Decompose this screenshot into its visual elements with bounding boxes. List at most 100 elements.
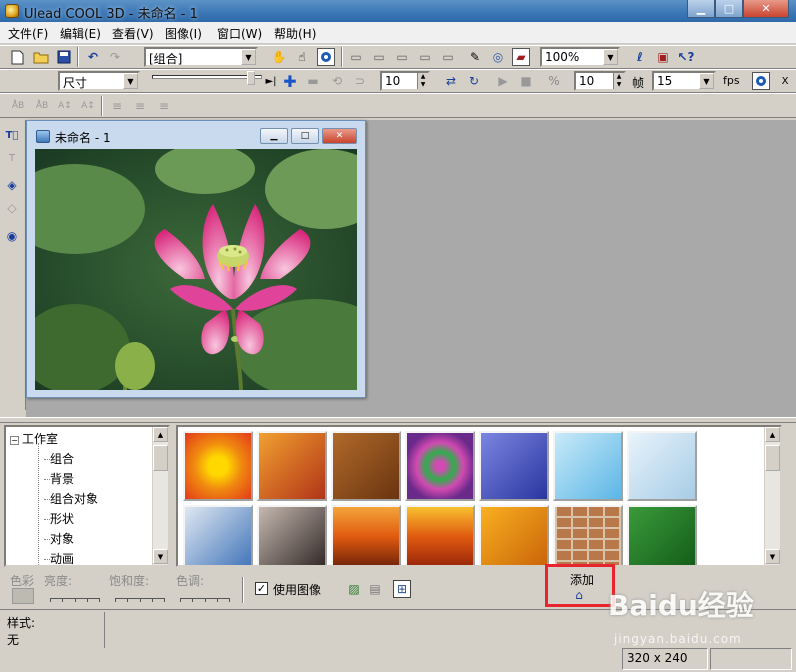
panel-splitter[interactable] [0, 417, 796, 423]
save-icon[interactable] [55, 48, 73, 66]
insert-object-icon[interactable]: ◉ [3, 227, 21, 245]
time-slider-handle[interactable] [247, 71, 255, 85]
frame-number-input[interactable]: 10 ▲ ▼ [380, 71, 430, 91]
menu-help[interactable]: 帮助(H) [274, 25, 316, 42]
texture-thumbnail-red-sunset[interactable] [405, 505, 475, 565]
size-select[interactable]: 尺寸 ▼ [58, 71, 140, 91]
swap-icon[interactable]: ⇄ [442, 72, 460, 90]
text-spacing-icon-4[interactable]: A↕ [79, 97, 97, 115]
texture-thumbnail-sunset-sea[interactable] [331, 505, 401, 565]
scroll-up-icon[interactable]: ▲ [765, 427, 780, 442]
axis-x-icon[interactable]: X [776, 72, 794, 90]
remove-keyframe-icon[interactable]: ▬ [304, 72, 322, 90]
redo-icon[interactable]: ↷ [106, 48, 124, 66]
color-swatch[interactable] [12, 588, 34, 604]
text-spacing-icon-1[interactable]: ÅB [9, 97, 27, 115]
collapse-icon[interactable]: − [10, 436, 19, 445]
open-folder-icon[interactable] [32, 48, 50, 66]
menu-window[interactable]: 窗口(W) [217, 25, 262, 42]
frame-count-input[interactable]: 10 ▲ ▼ [574, 71, 626, 91]
texture-settings-icon[interactable]: ⊞ [393, 580, 411, 598]
scroll-up-icon[interactable]: ▲ [153, 427, 168, 442]
close-button[interactable]: ✕ [743, 0, 789, 18]
texture-thumbnail-wood[interactable] [331, 431, 401, 501]
scroll-thumb[interactable] [153, 445, 168, 471]
hue-slider[interactable] [180, 591, 230, 602]
saturation-slider[interactable] [115, 591, 165, 602]
insert-shape-icon[interactable]: ◈ [3, 176, 21, 194]
edit-text-icon[interactable]: T [3, 149, 21, 167]
camera-target-icon[interactable] [752, 72, 770, 90]
spin-arrows-icon[interactable]: ▲ ▼ [613, 73, 624, 89]
align-left-icon[interactable]: ≡ [108, 97, 126, 115]
doc-close-button[interactable]: ✕ [322, 128, 357, 144]
edit-shape-icon[interactable]: ◇ [3, 199, 21, 217]
texture-thumbnail-clouds[interactable] [183, 505, 253, 565]
object-select[interactable]: [组合] ▼ [144, 47, 258, 67]
tree-root[interactable]: − 工作室 [10, 430, 58, 447]
layer-icon-3[interactable]: ▭ [393, 48, 411, 66]
brightness-slider[interactable] [50, 591, 100, 602]
help-pointer-icon[interactable]: ↖? [677, 48, 695, 66]
image-export-icon[interactable]: ▣ [654, 48, 672, 66]
globe-icon[interactable]: ◎ [489, 48, 507, 66]
scroll-down-icon[interactable]: ▼ [153, 549, 168, 564]
texture-thumbnail-dark-clouds[interactable] [257, 505, 327, 565]
layer-icon-1[interactable]: ▭ [347, 48, 365, 66]
tree-scrollbar[interactable]: ▲ ▼ [152, 427, 168, 565]
texture-thumbnail-water[interactable] [479, 431, 549, 501]
menu-file[interactable]: 文件(F) [8, 25, 48, 42]
layer-icon-4[interactable]: ▭ [416, 48, 434, 66]
menu-view[interactable]: 查看(V) [112, 25, 154, 42]
spin-arrows-icon[interactable]: ▲ ▼ [417, 73, 428, 89]
render-icon[interactable]: ▰ [512, 48, 530, 66]
reverse-icon[interactable]: ⟲ [328, 72, 346, 90]
texture-thumbnail-swirl[interactable] [405, 431, 475, 501]
fps-select[interactable]: 15 ▼ [652, 71, 716, 91]
zoom-select[interactable]: 100% ▼ [540, 47, 620, 67]
texture-thumbnail-brick[interactable] [553, 505, 623, 565]
loop-icon[interactable]: ⊃ [351, 72, 369, 90]
align-center-icon[interactable]: ≡ [131, 97, 149, 115]
use-image-checkbox[interactable]: ✓ [255, 582, 268, 595]
texture-thumbnail-orange-fabric[interactable] [479, 505, 549, 565]
texture-thumbnail-green-leaf[interactable] [627, 505, 697, 565]
wand-icon[interactable]: ✎ [466, 48, 484, 66]
text-spacing-icon-2[interactable]: ÅB [33, 97, 51, 115]
align-right-icon[interactable]: ≡ [155, 97, 173, 115]
hand-pan-icon[interactable]: ✋ [270, 48, 288, 66]
texture-thumbnail-fire-texture[interactable] [257, 431, 327, 501]
load-image-icon[interactable]: ▨ [345, 580, 363, 598]
add-keyframe-icon[interactable]: ✚ [281, 72, 299, 91]
canvas-lotus-image[interactable] [5, 144, 395, 399]
play-icon[interactable]: ▶ [494, 72, 512, 90]
new-file-icon[interactable] [8, 48, 26, 66]
tree-item[interactable]: 对象 [44, 530, 74, 547]
rotate-hand-icon[interactable]: ☝ [293, 48, 311, 66]
time-slider-track[interactable] [152, 75, 262, 79]
undo-icon[interactable]: ↶ [84, 48, 102, 66]
edit-image-icon[interactable]: ▤ [366, 580, 384, 598]
tree-item[interactable]: 组合对象 [44, 490, 98, 507]
minimize-button[interactable]: ▁ [687, 0, 715, 18]
scroll-thumb[interactable] [765, 445, 780, 471]
layer-icon-5[interactable]: ▭ [439, 48, 457, 66]
tree-item[interactable]: 动画 [44, 550, 74, 565]
insert-text-icon[interactable]: T⃞ [3, 126, 21, 144]
gallery-scrollbar[interactable]: ▲ ▼ [764, 427, 780, 565]
scroll-down-icon[interactable]: ▼ [765, 549, 780, 564]
text-spacing-icon-3[interactable]: A↕ [56, 97, 74, 115]
tree-item[interactable]: 背景 [44, 470, 74, 487]
texture-thumbnail-ice-blue[interactable] [553, 431, 623, 501]
doc-maximize-button[interactable]: □ [291, 128, 319, 144]
refresh-icon[interactable]: ↻ [465, 72, 483, 90]
web-export-icon[interactable]: ℓ [631, 48, 649, 66]
tree-item[interactable]: 组合 [44, 450, 74, 467]
menu-image[interactable]: 图像(I) [165, 25, 202, 42]
tree-item[interactable]: 形状 [44, 510, 74, 527]
texture-thumbnail-radial-sun[interactable] [183, 431, 253, 501]
percent-icon[interactable]: % [545, 72, 563, 90]
layer-icon-2[interactable]: ▭ [370, 48, 388, 66]
doc-minimize-button[interactable]: ▁ [260, 128, 288, 144]
target-icon[interactable] [317, 48, 335, 66]
